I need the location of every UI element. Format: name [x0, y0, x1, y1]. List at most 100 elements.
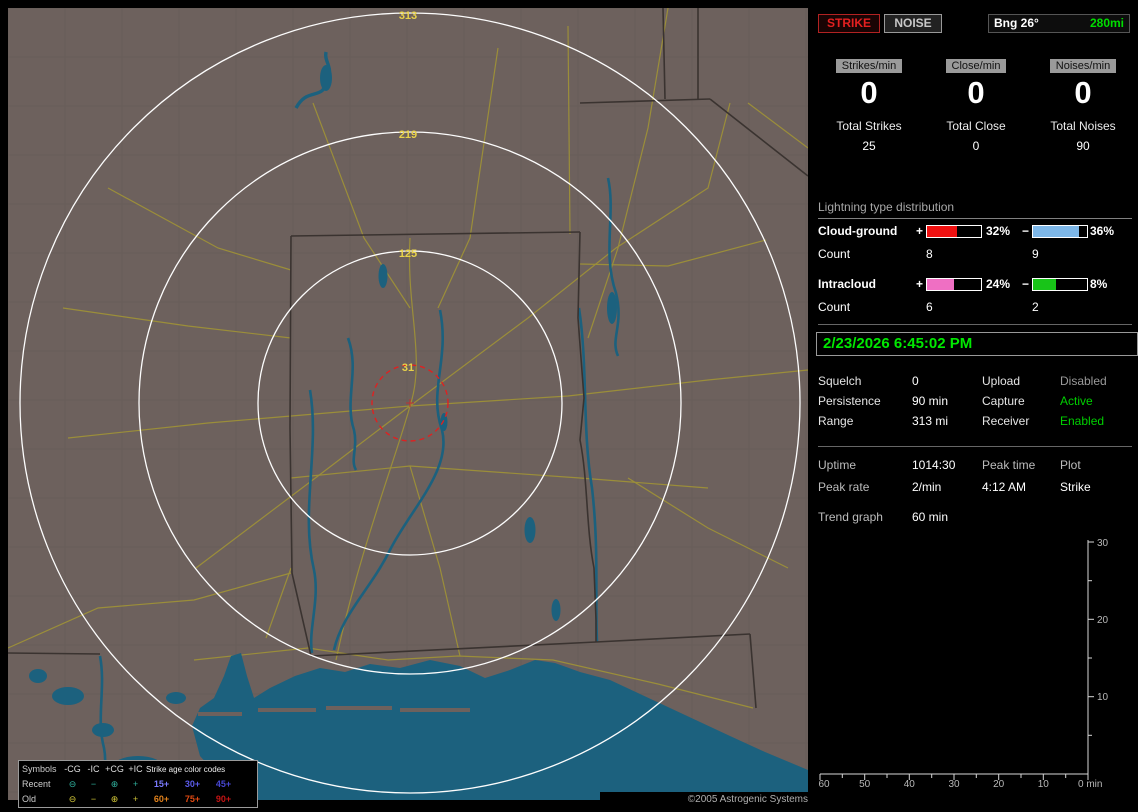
- legend-type-header: +CG: [105, 764, 124, 774]
- peak-rate-label: Peak rate: [818, 480, 870, 494]
- minus-sign: −: [1022, 277, 1030, 291]
- close-rate-column: Close/min 0 Total Close 0: [923, 58, 1029, 153]
- cloud-ground-label: Cloud-ground: [818, 224, 898, 238]
- y-tick-label: 30: [1097, 538, 1109, 549]
- upload-label: Upload: [982, 374, 1021, 388]
- range-ring-label: 125: [399, 248, 417, 260]
- legend-old-row: Old ⊖ − ⊕ +60+ 75+ 90+: [22, 792, 254, 807]
- trend-graph-value: 60 min: [912, 510, 949, 524]
- age-code: 75+: [184, 794, 201, 804]
- age-code: 15+: [153, 779, 170, 789]
- legend-recent-row: Recent ⊖ − ⊕ +15+ 30+ 45+: [22, 777, 254, 792]
- peak-rate-value: 2/min: [912, 480, 942, 494]
- plus-sign: +: [916, 224, 924, 238]
- settings-row: Range 313 mi Receiver Enabled: [816, 414, 1138, 432]
- strikes-per-min-button[interactable]: Strikes/min: [835, 59, 903, 73]
- total-close-label: Total Close: [946, 119, 1006, 133]
- status-sidebar: STRIKE NOISE Bng 26° 280mi Strikes/min 0…: [816, 0, 1138, 812]
- peak-time-label: Peak time: [982, 458, 1036, 472]
- capture-status: Active: [1060, 394, 1093, 408]
- copyright-text: ©2005 Astrogenic Systems: [600, 792, 812, 807]
- cg-minus-count: 9: [1032, 247, 1039, 261]
- settings-row: Squelch 0 Upload Disabled: [816, 374, 1138, 392]
- intracloud-row: Intracloud + 24% − 8%: [816, 277, 1138, 293]
- noise-mode-button[interactable]: NOISE: [884, 14, 942, 33]
- total-strikes-value: 25: [862, 139, 876, 153]
- stats-row: Uptime 1014:30 Peak time Plot: [816, 458, 1138, 476]
- x-tick-label: 30: [948, 779, 960, 790]
- stats-row: Peak rate 2/min 4:12 AM Strike: [816, 480, 1138, 498]
- uptime-label: Uptime: [818, 458, 857, 472]
- neg-cg-symbol-icon: ⊖: [68, 794, 77, 804]
- neg-cg-symbol-icon: ⊖: [68, 779, 77, 789]
- range-label: Range: [818, 414, 854, 428]
- upload-status: Disabled: [1060, 374, 1107, 388]
- receiver-label: Receiver: [982, 414, 1030, 428]
- persistence-label: Persistence: [818, 394, 881, 408]
- cg-minus-bar-fill: [1033, 226, 1080, 237]
- cg-plus-count: 8: [926, 247, 933, 261]
- cg-plus-bar-fill: [927, 226, 957, 237]
- intracloud-label: Intracloud: [818, 277, 877, 291]
- legend-type-header: +IC: [128, 764, 143, 774]
- squelch-value: 0: [912, 374, 919, 388]
- lightning-map[interactable]: 313 219 125 31: [7, 7, 809, 800]
- cg-plus-bar: [926, 225, 982, 238]
- noises-rate-column: Noises/min 0 Total Noises 90: [1030, 58, 1136, 153]
- total-noises-value: 90: [1076, 139, 1090, 153]
- origin-label: 0 min: [1078, 779, 1102, 790]
- x-tick-label: 40: [904, 779, 916, 790]
- plot-value: Strike: [1060, 480, 1091, 494]
- legend-row-label: Recent: [22, 779, 51, 789]
- ic-plus-percent: 24%: [986, 277, 1011, 291]
- total-close-value: 0: [972, 139, 980, 153]
- legend-header-row: Symbols -CG -IC +CG +IC Strike age color code…: [22, 762, 254, 777]
- close-per-min-button[interactable]: Close/min: [945, 59, 1007, 73]
- map-canvas: 313 219 125 31: [7, 7, 809, 800]
- pos-ic-symbol-icon: +: [132, 794, 139, 804]
- range-ring-label: 313: [399, 10, 417, 22]
- ic-plus-bar-fill: [927, 279, 954, 290]
- trend-graph: 30 20 10 60 50 40 30 20 10 0 min: [818, 538, 1109, 790]
- distribution-header: Lightning type distribution: [818, 200, 1132, 219]
- app-window: 313 219 125 31 Symbols -CG -IC +CG +IC Strike…: [0, 0, 1138, 812]
- cg-minus-bar: [1032, 225, 1088, 238]
- y-tick-label: 20: [1097, 615, 1109, 626]
- close-per-min-value: 0: [967, 75, 985, 110]
- ic-minus-count: 2: [1032, 300, 1039, 314]
- squelch-label: Squelch: [818, 374, 862, 388]
- range-ring-label: 219: [399, 129, 417, 141]
- uptime-value: 1014:30: [912, 458, 956, 472]
- ic-plus-count: 6: [926, 300, 933, 314]
- ic-plus-bar: [926, 278, 982, 291]
- plot-label: Plot: [1060, 458, 1081, 472]
- cg-plus-percent: 32%: [986, 224, 1011, 238]
- count-label: Count: [818, 300, 851, 314]
- x-tick-label: 10: [1038, 779, 1050, 790]
- intracloud-count-row: Count 6 2: [816, 300, 1138, 316]
- divider: [818, 446, 1132, 447]
- bearing-distance: 280mi: [1089, 16, 1124, 30]
- pos-cg-symbol-icon: ⊕: [110, 794, 119, 804]
- count-label: Count: [818, 247, 851, 261]
- trend-graph-label: Trend graph: [818, 510, 883, 524]
- neg-ic-symbol-icon: −: [90, 794, 97, 804]
- total-noises-label: Total Noises: [1050, 119, 1116, 133]
- strikes-rate-column: Strikes/min 0 Total Strikes 25: [816, 58, 922, 153]
- total-strikes-label: Total Strikes: [836, 119, 902, 133]
- pos-cg-symbol-icon: ⊕: [110, 779, 119, 789]
- persistence-value: 90 min: [912, 394, 949, 408]
- ic-minus-bar: [1032, 278, 1088, 291]
- bearing-range-readout: Bng 26° 280mi: [988, 14, 1130, 33]
- x-tick-label: 50: [859, 779, 871, 790]
- x-tick-label: 20: [993, 779, 1005, 790]
- strike-mode-button[interactable]: STRIKE: [818, 14, 880, 33]
- age-code: 45+: [215, 779, 232, 789]
- cg-minus-percent: 36%: [1090, 224, 1115, 238]
- noises-per-min-button[interactable]: Noises/min: [1049, 59, 1117, 73]
- ic-minus-percent: 8%: [1090, 277, 1108, 291]
- capture-label: Capture: [982, 394, 1025, 408]
- bearing-value: Bng 26°: [994, 16, 1039, 30]
- datetime-readout: 2/23/2026 6:45:02 PM: [816, 332, 1138, 356]
- trend-graph-row: Trend graph 60 min: [816, 510, 1138, 528]
